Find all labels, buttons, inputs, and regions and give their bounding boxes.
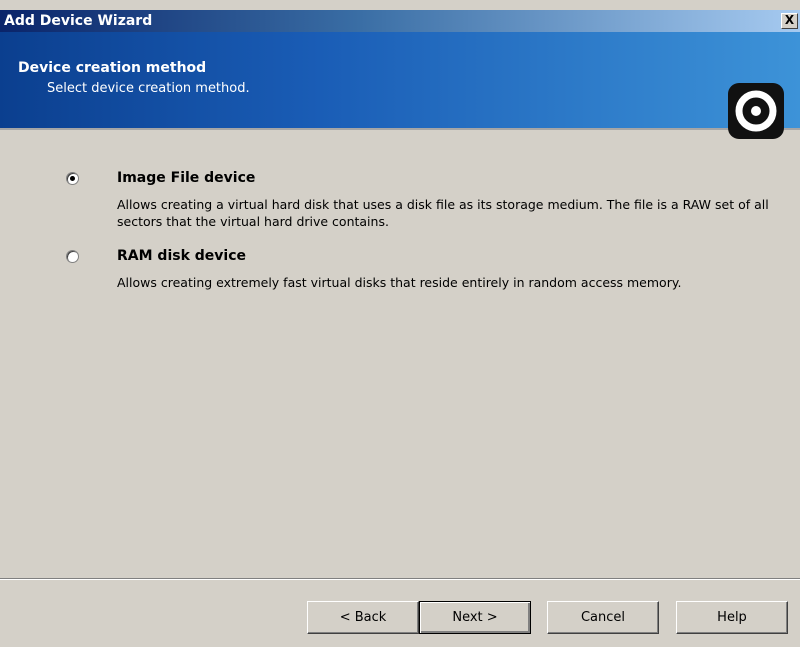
title-bar[interactable]: Add Device Wizard X xyxy=(0,10,800,32)
ram-disk-radio[interactable] xyxy=(66,250,79,263)
option-description: Allows creating extremely fast virtual d… xyxy=(117,275,682,290)
wizard-window: Add Device Wizard X Device creation meth… xyxy=(0,0,800,647)
option-description: Allows creating a virtual hard disk that… xyxy=(117,197,769,229)
disc-icon xyxy=(728,83,784,139)
next-button[interactable]: Next > xyxy=(419,601,531,634)
option-title[interactable]: RAM disk device xyxy=(117,248,246,264)
header-subtitle: Select device creation method. xyxy=(47,81,250,96)
footer-divider xyxy=(0,578,800,580)
header-title: Device creation method xyxy=(18,60,207,76)
back-button[interactable]: < Back xyxy=(307,601,419,634)
image-file-radio[interactable] xyxy=(66,172,79,185)
cancel-button[interactable]: Cancel xyxy=(547,601,659,634)
window-title: Add Device Wizard xyxy=(4,13,153,29)
wizard-header: Device creation method Select device cre… xyxy=(0,32,800,139)
option-title[interactable]: Image File device xyxy=(117,170,255,186)
help-button[interactable]: Help xyxy=(676,601,788,634)
close-button[interactable]: X xyxy=(781,13,798,29)
